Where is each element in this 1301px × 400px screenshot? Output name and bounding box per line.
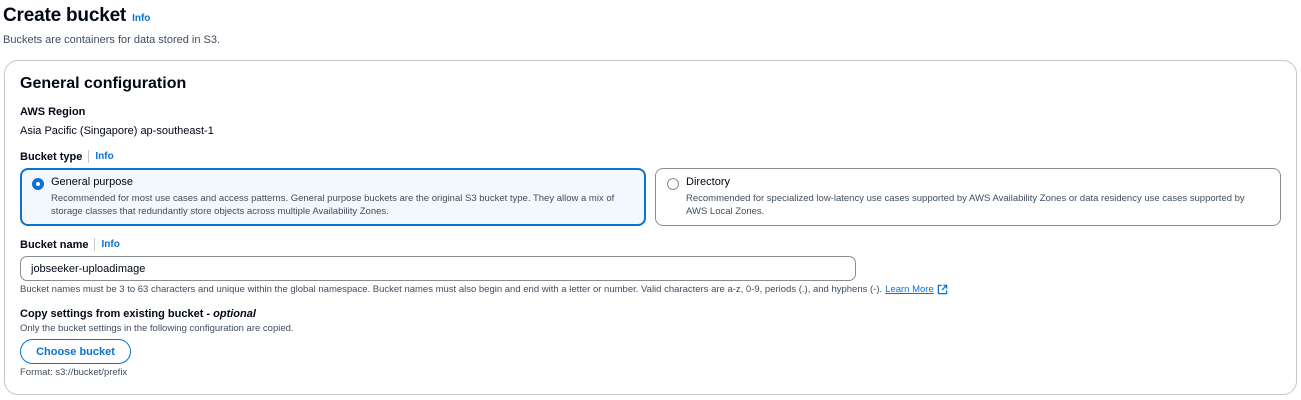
label-divider [88, 150, 90, 163]
external-link-icon[interactable] [937, 284, 948, 295]
aws-region-value: Asia Pacific (Singapore) ap-southeast-1 [20, 125, 214, 137]
panel-title: General configuration [20, 75, 187, 92]
bucket-type-info-link[interactable]: Info [95, 151, 113, 162]
format-hint: Format: s3://bucket/prefix [20, 367, 128, 378]
bucket-name-input[interactable] [20, 256, 856, 281]
copy-settings-label: Copy settings from existing bucket - opt… [20, 308, 256, 320]
general-purpose-description: Recommended for most use cases and acces… [51, 193, 615, 217]
page-header: Create bucket Info [3, 5, 150, 27]
general-purpose-radio[interactable] [32, 178, 44, 190]
choose-bucket-button[interactable]: Choose bucket [20, 339, 131, 364]
optional-tag: optional [213, 308, 256, 320]
bucket-name-hint: Bucket names must be 3 to 63 characters … [20, 284, 948, 295]
directory-radio[interactable] [667, 178, 679, 190]
bucket-type-general-purpose-tile[interactable]: General purpose Recommended for most use… [20, 168, 646, 226]
page-title-row: Create bucket Info [3, 5, 150, 27]
label-divider [94, 238, 96, 251]
bucket-name-hint-text: Bucket names must be 3 to 63 characters … [20, 284, 883, 295]
general-purpose-title: General purpose [51, 176, 133, 188]
bucket-name-info-link[interactable]: Info [101, 239, 119, 250]
general-configuration-panel: General configuration AWS Region Asia Pa… [4, 60, 1297, 395]
learn-more-link[interactable]: Learn More [885, 284, 934, 295]
page-title: Create bucket [3, 5, 127, 26]
page-description: Buckets are containers for data stored i… [3, 34, 221, 46]
copy-settings-label-text: Copy settings from existing bucket - [20, 308, 214, 320]
aws-region-label: AWS Region [20, 106, 86, 118]
bucket-name-label-row: Bucket name Info [20, 238, 120, 251]
bucket-type-directory-tile[interactable]: Directory Recommended for specialized lo… [655, 168, 1281, 226]
copy-settings-description: Only the bucket settings in the followin… [20, 323, 294, 334]
bucket-type-label-row: Bucket type Info [20, 150, 114, 163]
page-info-link[interactable]: Info [132, 13, 150, 24]
bucket-name-label: Bucket name [20, 238, 89, 251]
directory-description: Recommended for specialized low-latency … [686, 193, 1245, 217]
directory-title: Directory [686, 176, 731, 188]
bucket-type-label: Bucket type [20, 150, 83, 163]
